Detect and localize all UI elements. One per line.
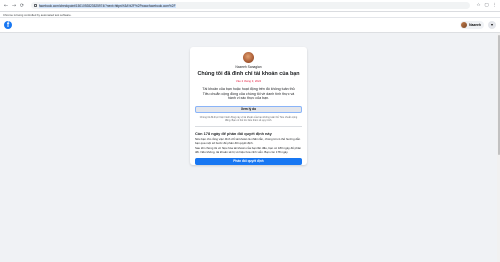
header-profile-button[interactable]: Nazeeh — [460, 21, 484, 29]
page-title: Chúng tôi đã đình chỉ tài khoản của bạn — [197, 71, 300, 77]
address-bar[interactable]: facebook.com/checkpoint/1501092823525974… — [31, 2, 470, 9]
scrollbar-thumb[interactable] — [497, 35, 500, 155]
appeal-button[interactable]: Phản đối quyết định — [195, 157, 302, 165]
forward-icon[interactable]: → — [11, 3, 17, 9]
profile-avatar — [243, 52, 254, 63]
extensions-icon[interactable]: ▢ — [484, 3, 489, 8]
policy-note: Chúng tôi đã thực hiện hành động này vì … — [199, 115, 298, 122]
header-profile-name: Nazeeh — [469, 23, 481, 27]
header-right: Nazeeh ▾ — [460, 21, 496, 29]
divider — [195, 126, 302, 128]
learn-more-button[interactable]: Xem lý do — [195, 105, 302, 113]
url-text[interactable]: facebook.com/checkpoint/1501092823525974… — [39, 3, 176, 8]
appeal-title: Còn 178 ngày để phản đối quyết định này — [195, 131, 272, 137]
facebook-logo-icon[interactable]: f — [4, 21, 12, 29]
appeal-text-2: Sau khi chúng tôi vô hiệu hóa tài khoản … — [195, 146, 302, 154]
facebook-header: f Nazeeh ▾ — [0, 18, 500, 33]
user-name: Nazeeh Sanagian — [235, 65, 262, 69]
appeal-text-1: Nếu bạn cho rằng việc đình chỉ tài khoản… — [195, 137, 301, 145]
star-icon[interactable]: ☆ — [476, 3, 481, 8]
reload-icon[interactable]: ⟳ — [19, 3, 25, 9]
lock-icon — [34, 4, 37, 7]
browser-toolbar: ← → ⟳ facebook.com/checkpoint/1501092823… — [0, 0, 500, 12]
browser-menu-icon[interactable]: ⋮ — [492, 3, 497, 8]
avatar — [461, 22, 468, 28]
suspension-date: Vào 2 tháng 3, 2024 — [235, 79, 262, 83]
suspension-card: Nazeeh Sanagian Chúng tôi đã đình chỉ tà… — [190, 47, 307, 165]
automation-notice: Chrome is being controlled by automated … — [3, 12, 72, 17]
toolbar-actions: ☆ ▢ ⋮ — [476, 3, 497, 8]
suspension-description: Tài khoản của bạn hoặc hoạt động trên đó… — [202, 87, 295, 101]
account-menu-button[interactable]: ▾ — [488, 21, 496, 29]
back-icon[interactable]: ← — [3, 3, 9, 9]
